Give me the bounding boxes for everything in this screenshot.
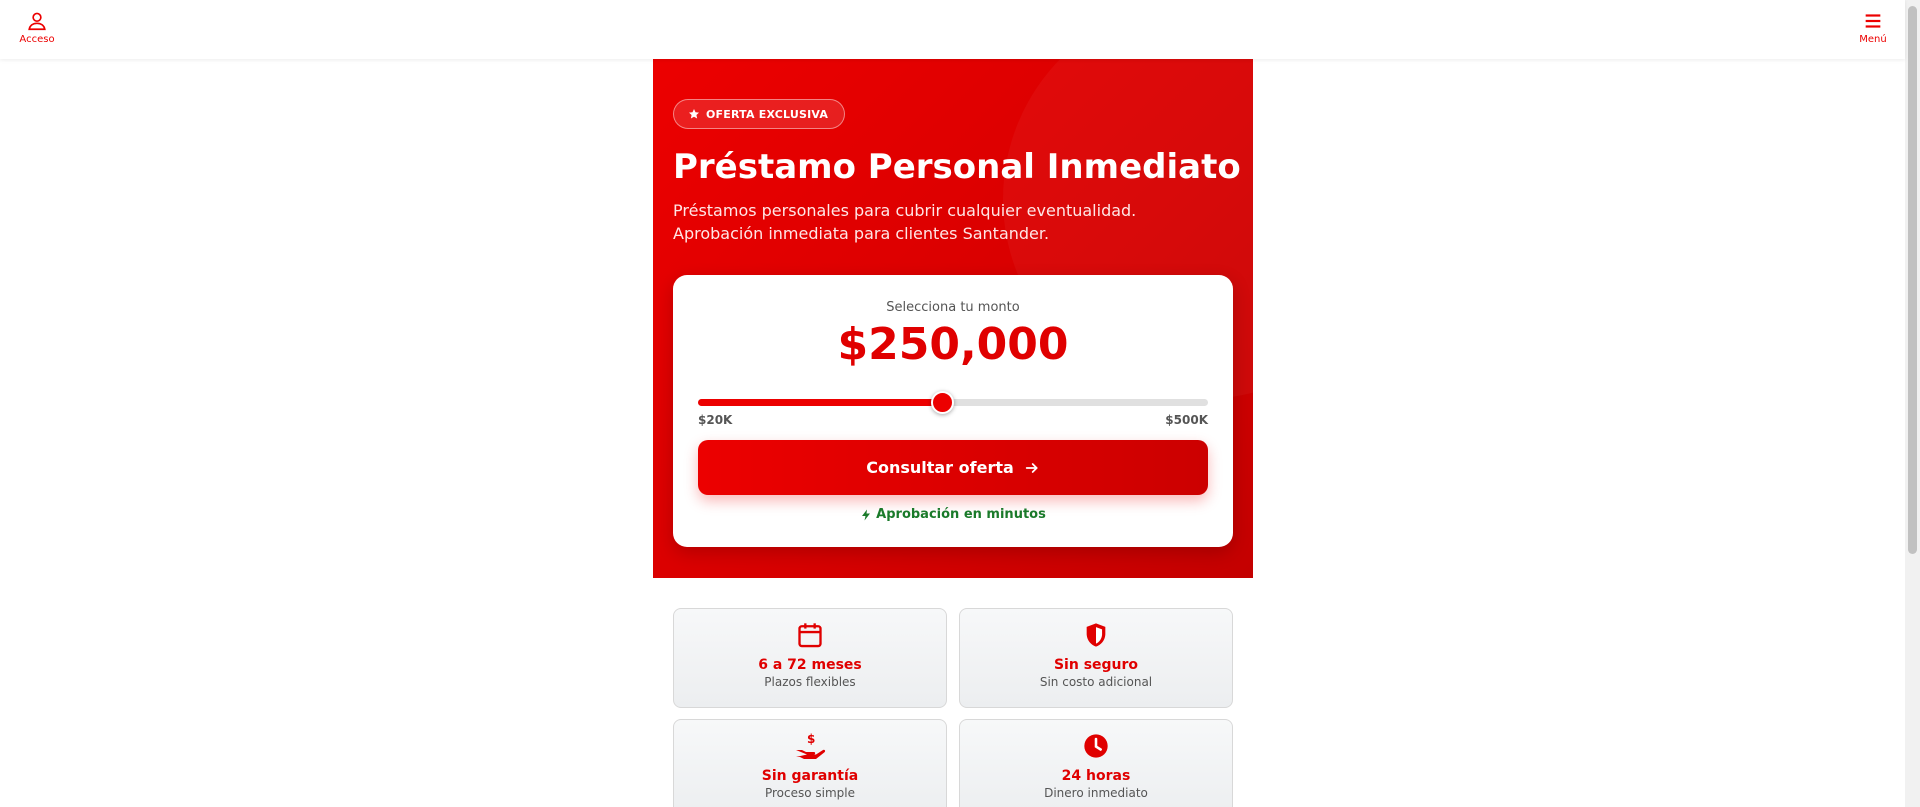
feature-subtitle: Plazos flexibles: [764, 675, 856, 689]
slider-min-label: $20K: [698, 413, 733, 427]
feature-card-time: 24 horas Dinero inmediato: [959, 719, 1233, 807]
shield-icon: [1086, 623, 1106, 647]
page-scrollbar[interactable]: [1905, 0, 1920, 807]
calendar-icon: [798, 623, 822, 648]
arrow-right-icon: [1025, 462, 1038, 473]
hamburger-icon: [1865, 14, 1881, 28]
lightning-icon: [862, 509, 871, 520]
feature-title: Sin garantía: [761, 768, 859, 784]
feature-subtitle: Proceso simple: [764, 786, 856, 800]
feature-card-insurance: Sin seguro Sin costo adicional: [959, 608, 1233, 708]
feature-title: 6 a 72 meses: [758, 657, 862, 673]
menu-button[interactable]: Menú: [1843, 10, 1903, 45]
top-bar: Acceso Menú: [0, 0, 1905, 59]
hand-dollar-icon: $: [796, 732, 826, 759]
feature-subtitle: Sin costo adicional: [1039, 675, 1153, 689]
amount-label: Selecciona tu monto: [886, 300, 1020, 315]
hero-section: OFERTA EXCLUSIVA Préstamo Personal Inmed…: [653, 59, 1253, 578]
feature-card-term: 6 a 72 meses Plazos flexibles: [673, 608, 947, 708]
approval-text: Aprobación en minutos: [876, 507, 1046, 522]
consult-offer-label: Consultar oferta: [866, 458, 1014, 477]
user-icon: [28, 12, 46, 31]
amount-calculator-card: Selecciona tu monto $250,000 $20K $500K …: [673, 275, 1233, 547]
slider-fill: [698, 399, 943, 406]
amount-value: $250,000: [837, 319, 1069, 370]
svg-text:$: $: [807, 732, 815, 746]
amount-slider[interactable]: [698, 391, 1208, 414]
approval-note: Aprobación en minutos: [673, 507, 1233, 522]
login-label: Acceso: [19, 34, 55, 45]
exclusive-offer-badge: OFERTA EXCLUSIVA: [673, 99, 846, 129]
page-title: Préstamo Personal Inmediato: [673, 147, 1241, 187]
menu-label: Menú: [1859, 34, 1887, 45]
feature-card-guarantee: $ Sin garantía Proceso simple: [673, 719, 947, 807]
slider-thumb[interactable]: [931, 391, 955, 414]
badge-label: OFERTA EXCLUSIVA: [706, 107, 829, 121]
clock-icon: [1084, 734, 1108, 758]
login-button[interactable]: Acceso: [7, 10, 67, 45]
consult-offer-button[interactable]: Consultar oferta: [698, 440, 1208, 495]
feature-title: Sin seguro: [1053, 657, 1139, 673]
scrollbar-thumb[interactable]: [1908, 6, 1917, 554]
hero-description: Préstamos personales para cubrir cualqui…: [673, 201, 1137, 243]
feature-subtitle: Dinero inmediato: [1044, 786, 1148, 800]
star-icon: [689, 109, 699, 119]
feature-title: 24 horas: [1061, 768, 1131, 784]
slider-max-label: $500K: [1165, 413, 1208, 427]
